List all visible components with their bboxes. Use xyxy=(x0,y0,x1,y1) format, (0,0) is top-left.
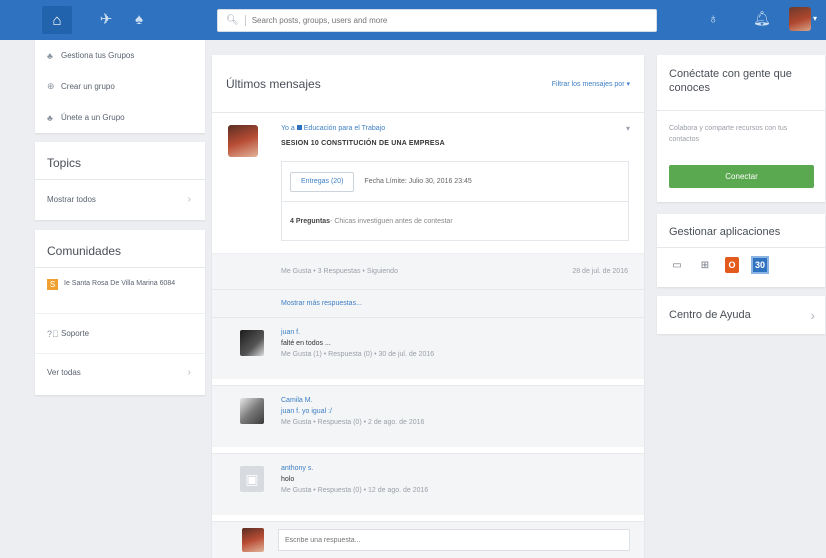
plus-icon: ⊕ xyxy=(47,81,55,91)
reply-input[interactable] xyxy=(278,529,630,551)
post-date: 28 de jul. de 2016 xyxy=(572,268,628,275)
community-item[interactable]: S Ie Santa Rosa De Villa Marina 6084 xyxy=(35,268,205,314)
reply-text: holo xyxy=(281,476,295,483)
join-group-link[interactable]: ♣ Únete a un Grupo xyxy=(35,102,205,133)
reply-meta[interactable]: Me Gusta (1) • Respuesta (0) • 30 de jul… xyxy=(281,351,434,358)
topics-title: Topics xyxy=(35,142,205,180)
my-avatar xyxy=(242,528,264,552)
groups-icon[interactable]: ♠ xyxy=(128,8,150,30)
groups-icon: ♣ xyxy=(47,50,53,61)
connect-button[interactable]: Conectar xyxy=(669,165,814,188)
reply-avatar[interactable] xyxy=(240,398,264,424)
filter-messages-dropdown[interactable]: Filtrar los mensajes por ▾ xyxy=(552,80,630,88)
reply-meta[interactable]: Me Gusta • Respuesta (0) • 2 de ago. de … xyxy=(281,419,424,426)
groups-menu: ♣ Gestiona tus Grupos ⊕ Crear un grupo ♣… xyxy=(35,40,205,133)
reply-author[interactable]: anthony s. xyxy=(281,465,313,472)
reply-composer xyxy=(212,521,644,558)
assignment-box: Entregas (20) Fecha Límite: Julio 30, 20… xyxy=(281,161,629,241)
deliveries-button[interactable]: Entregas (20) xyxy=(290,171,355,192)
home-icon[interactable]: ⌂ xyxy=(42,6,72,34)
chevron-down-icon[interactable]: ▾ xyxy=(813,14,817,23)
apps-title: Gestionar aplicaciones xyxy=(657,214,825,248)
topics-panel: Topics Mostrar todos › xyxy=(35,142,205,220)
post-title: SESION 10 CONSTITUCIÓN DE UNA EMPRESA xyxy=(281,140,445,147)
search-icon: 🔍︎ xyxy=(226,15,239,26)
connect-title: Conéctate con gente que conoces xyxy=(657,55,825,111)
post-meta: Yo a Educación para el Trabajo xyxy=(281,125,386,132)
connect-description: Colabora y comparte recursos con tus con… xyxy=(669,125,788,143)
backpack-icon[interactable]: ♁ xyxy=(708,10,719,26)
chevron-right-icon: › xyxy=(187,193,191,205)
reply-author[interactable]: juan f. xyxy=(281,329,300,336)
see-all-communities-link[interactable]: Ver todas › xyxy=(35,354,205,390)
chevron-right-icon: › xyxy=(810,307,815,323)
manage-groups-link[interactable]: ♣ Gestiona tus Grupos xyxy=(35,40,205,71)
office-icon[interactable]: O xyxy=(725,257,739,273)
search-input[interactable] xyxy=(251,16,632,25)
reply-author[interactable]: Camila M. xyxy=(281,397,313,404)
top-navigation-bar: ⌂ ✈ ♠ 🔍︎ ♁ 🔔︎ ▾ xyxy=(0,0,826,40)
post-actions: Me Gusta • 3 Respuestas • Siguiendo 28 d… xyxy=(212,253,644,289)
join-icon: ♣ xyxy=(47,112,53,123)
show-all-topics-link[interactable]: Mostrar todos › xyxy=(35,180,205,218)
questions-row[interactable]: 4 Preguntas - Chicas investiguen antes d… xyxy=(282,202,628,240)
due-date: Fecha Límite: Julio 30, 2016 23:45 xyxy=(364,178,472,185)
user-avatar[interactable] xyxy=(789,7,811,31)
group-link[interactable]: Educación para el Trabajo xyxy=(304,125,385,132)
bell-icon[interactable]: 🔔︎ xyxy=(753,10,771,27)
search-bar[interactable]: 🔍︎ xyxy=(217,9,657,32)
reply-item: Camila M. juan f. yo igual :/ Me Gusta •… xyxy=(212,385,644,447)
group-icon xyxy=(296,125,302,130)
calendar-app-icon[interactable]: 30 xyxy=(751,256,769,274)
reply-avatar[interactable] xyxy=(240,330,264,356)
communities-title: Comunidades xyxy=(35,230,205,268)
feed-title: Últimos mensajes xyxy=(226,76,321,91)
connect-panel: Conéctate con gente que conoces Colabora… xyxy=(657,55,825,202)
reply-meta[interactable]: Me Gusta • Respuesta (0) • 12 de ago. de… xyxy=(281,487,428,494)
reply-item: ▣ anthony s. holo Me Gusta • Respuesta (… xyxy=(212,453,644,515)
communities-panel: Comunidades S Ie Santa Rosa De Villa Mar… xyxy=(35,230,205,395)
default-avatar-icon[interactable]: ▣ xyxy=(240,466,264,492)
reply-text: juan f. yo igual :/ xyxy=(281,408,332,415)
apps-panel: Gestionar aplicaciones ▭ ⊞ O 30 xyxy=(657,214,825,287)
help-circle-icon: ?⃝ xyxy=(47,328,59,339)
help-center-link[interactable]: Centro de Ayuda › xyxy=(657,296,825,334)
chevron-right-icon: › xyxy=(187,366,191,378)
messages-feed: Últimos mensajes Filtrar los mensajes po… xyxy=(212,55,644,558)
reply-item: juan f. falté en todos ... Me Gusta (1) … xyxy=(212,317,644,379)
community-badge: S xyxy=(47,279,58,290)
calendar-small-icon[interactable]: ▭ xyxy=(669,256,685,274)
show-more-replies-link[interactable]: Mostrar más respuestas... xyxy=(281,300,362,307)
post-options-chevron-icon[interactable]: ▾ xyxy=(626,124,630,133)
support-link[interactable]: ?⃝ Soporte xyxy=(35,314,205,354)
post: Yo a Educación para el Trabajo ▾ SESION 1… xyxy=(212,113,644,253)
activity-icon[interactable]: ✈ xyxy=(95,8,117,30)
reply-text: falté en todos ... xyxy=(281,340,331,347)
create-group-link[interactable]: ⊕ Crear un grupo xyxy=(35,71,205,102)
grid-icon[interactable]: ⊞ xyxy=(697,256,713,274)
post-action-links[interactable]: Me Gusta • 3 Respuestas • Siguiendo xyxy=(281,268,398,275)
author-avatar[interactable] xyxy=(228,125,258,157)
